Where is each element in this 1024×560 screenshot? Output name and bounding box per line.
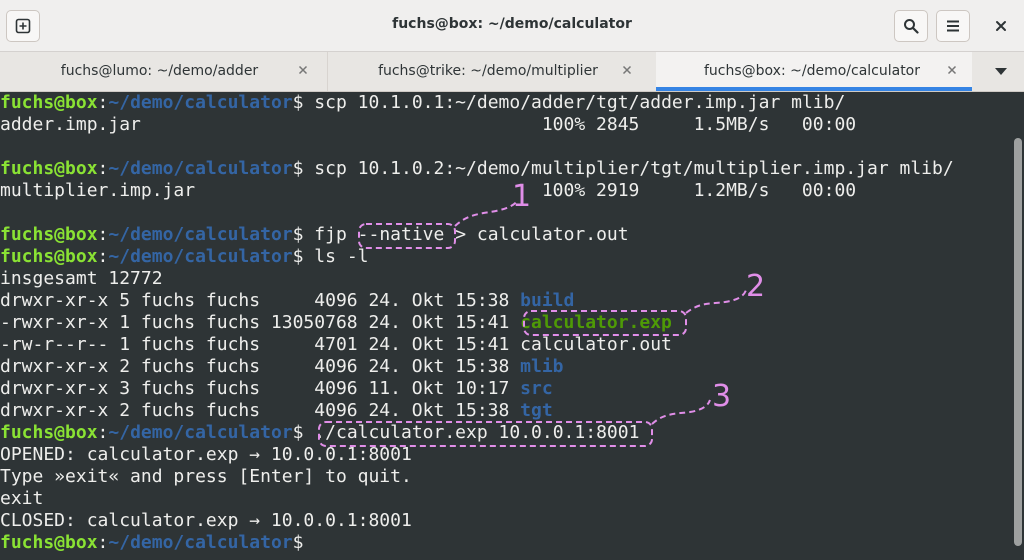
prompt-sign: $ xyxy=(292,422,304,443)
search-icon xyxy=(904,19,919,34)
ls-meta: drwxr-xr-x 5 fuchs fuchs 4096 24. Okt 15… xyxy=(0,290,521,311)
tab-close-button[interactable] xyxy=(943,61,961,79)
prompt-sign: $ xyxy=(292,224,304,245)
tab-bar: fuchs@lumo: ~/demo/adder fuchs@trike: ~/… xyxy=(0,52,1024,92)
ls-row: drwxr-xr-x 5 fuchs fuchs 4096 24. Okt 15… xyxy=(0,290,574,312)
tab-label: fuchs@box: ~/demo/calculator xyxy=(703,63,921,79)
command-line: fuchs@box:~/demo/calculator$ xyxy=(0,532,303,554)
terminal-scrollbar[interactable] xyxy=(1014,138,1022,546)
command-line: fuchs@box:~/demo/calculator$ scp 10.1.0.… xyxy=(0,158,954,180)
tab-close-icon xyxy=(298,65,308,75)
prompt-sign: $ xyxy=(292,246,304,267)
prompt-path: ~/demo/calculator xyxy=(108,422,293,443)
hamburger-menu-icon xyxy=(947,20,959,32)
close-icon xyxy=(996,21,1006,31)
tab-label: fuchs@trike: ~/demo/multiplier xyxy=(378,63,598,79)
ls-row: -rwxr-xr-x 1 fuchs fuchs 13050768 24. Ok… xyxy=(0,312,672,334)
prompt-user: fuchs@box xyxy=(0,224,98,245)
prompt-separator: : xyxy=(97,422,109,443)
output-line: CLOSED: calculator.exp → 10.0.0.1:8001 xyxy=(0,510,412,531)
prompt-sign: $ xyxy=(292,158,304,179)
tab-calculator[interactable]: fuchs@box: ~/demo/calculator xyxy=(656,52,972,91)
output-line: insgesamt 12772 xyxy=(0,268,163,289)
ls-dir-name: mlib xyxy=(520,356,564,377)
ls-dir-name: tgt xyxy=(520,400,553,421)
ls-exe-name: calculator.exp xyxy=(520,312,672,333)
search-button[interactable] xyxy=(894,10,928,42)
tab-adder[interactable]: fuchs@lumo: ~/demo/adder xyxy=(0,52,328,91)
command-text: > calculator.out xyxy=(444,224,629,245)
window-title: fuchs@box: ~/demo/calculator xyxy=(392,16,632,32)
ls-meta: drwxr-xr-x 3 fuchs fuchs 4096 11. Okt 10… xyxy=(0,378,521,399)
ls-row: drwxr-xr-x 2 fuchs fuchs 4096 24. Okt 15… xyxy=(0,356,564,378)
command-line: fuchs@box:~/demo/calculator$ ./calculato… xyxy=(0,422,639,444)
command-text: ls -l xyxy=(303,246,369,267)
tab-close-button[interactable] xyxy=(618,61,636,79)
command-text: scp 10.1.0.1:~/demo/adder/tgt/adder.imp.… xyxy=(303,92,846,113)
prompt-path: ~/demo/calculator xyxy=(108,246,293,267)
ls-file-name: calculator.out xyxy=(520,334,672,355)
ls-dir-name: build xyxy=(520,290,575,311)
prompt-user: fuchs@box xyxy=(0,532,98,553)
command-text: scp 10.1.0.2:~/demo/multiplier/tgt/multi… xyxy=(303,158,954,179)
command-line: fuchs@box:~/demo/calculator$ ls -l xyxy=(0,246,369,268)
prompt-separator: : xyxy=(97,224,109,245)
prompt-user: fuchs@box xyxy=(0,158,98,179)
output-line: exit xyxy=(0,488,44,509)
prompt-separator: : xyxy=(97,92,109,113)
command-line: fuchs@box:~/demo/calculator$ scp 10.1.0.… xyxy=(0,92,845,114)
prompt-user: fuchs@box xyxy=(0,246,98,267)
tab-close-button[interactable] xyxy=(294,61,312,79)
command-line: fuchs@box:~/demo/calculator$ fjp --nativ… xyxy=(0,224,629,246)
prompt-sign: $ xyxy=(292,92,304,113)
command-text: fjp xyxy=(303,224,358,245)
output-line: multiplier.imp.jar 100% 2919 1.2MB/s 00:… xyxy=(0,180,857,201)
prompt-user: fuchs@box xyxy=(0,92,98,113)
tab-close-icon xyxy=(622,65,632,75)
ls-dir-name: src xyxy=(520,378,553,399)
ls-meta: -rw-r--r-- 1 fuchs fuchs 4701 24. Okt 15… xyxy=(0,334,521,355)
ls-meta: drwxr-xr-x 2 fuchs fuchs 4096 24. Okt 15… xyxy=(0,400,521,421)
prompt-path: ~/demo/calculator xyxy=(108,158,293,179)
prompt-separator: : xyxy=(97,158,109,179)
chevron-down-icon xyxy=(995,68,1007,75)
title-bar: fuchs@box: ~/demo/calculator xyxy=(0,0,1024,52)
ls-row: drwxr-xr-x 3 fuchs fuchs 4096 11. Okt 10… xyxy=(0,378,553,400)
prompt-path: ~/demo/calculator xyxy=(108,92,293,113)
ls-meta: -rwxr-xr-x 1 fuchs fuchs 13050768 24. Ok… xyxy=(0,312,521,333)
menu-button[interactable] xyxy=(936,10,970,42)
output-line: OPENED: calculator.exp → 10.0.0.1:8001 xyxy=(0,444,412,465)
native-flag: --native xyxy=(357,224,445,245)
prompt-sign: $ xyxy=(292,532,304,553)
output-line: Type »exit« and press [Enter] to quit. xyxy=(0,466,412,487)
output-line: adder.imp.jar 100% 2845 1.5MB/s 00:00 xyxy=(0,114,857,135)
ls-meta: drwxr-xr-x 2 fuchs fuchs 4096 24. Okt 15… xyxy=(0,356,521,377)
tab-list-button[interactable] xyxy=(986,60,1016,84)
prompt-path: ~/demo/calculator xyxy=(108,224,293,245)
prompt-separator: : xyxy=(97,532,109,553)
close-window-button[interactable] xyxy=(984,10,1018,42)
terminal-output[interactable]: fuchs@box:~/demo/calculator$ scp 10.1.0.… xyxy=(0,92,1014,560)
command-text: ./calculator.exp 10.0.0.1:8001 xyxy=(303,422,640,443)
prompt-user: fuchs@box xyxy=(0,422,98,443)
ls-row: drwxr-xr-x 2 fuchs fuchs 4096 24. Okt 15… xyxy=(0,400,553,422)
ls-row: -rw-r--r-- 1 fuchs fuchs 4701 24. Okt 15… xyxy=(0,334,672,356)
tab-label: fuchs@lumo: ~/demo/adder xyxy=(60,63,259,79)
prompt-path: ~/demo/calculator xyxy=(108,532,293,553)
prompt-separator: : xyxy=(97,246,109,267)
tab-multiplier[interactable]: fuchs@trike: ~/demo/multiplier xyxy=(328,52,656,91)
tab-close-icon xyxy=(947,65,957,75)
